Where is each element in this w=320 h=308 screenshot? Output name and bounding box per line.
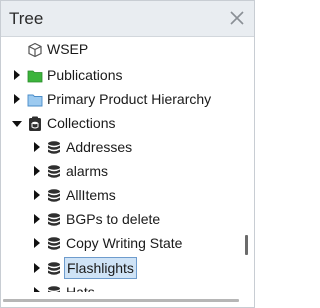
expand-arrow-icon[interactable] — [32, 183, 42, 207]
tree-item-alarms[interactable]: alarms — [1, 159, 242, 183]
horizontal-scrollbar-thumb[interactable] — [3, 299, 239, 302]
tree-item-label: Addresses — [66, 139, 133, 155]
tree-view[interactable]: WSEP Publications Primary Product Hierar… — [1, 37, 242, 292]
panel-header: Tree — [1, 1, 254, 37]
tree-item-label: Primary Product Hierarchy — [47, 91, 212, 107]
expand-arrow-icon[interactable] — [32, 207, 42, 231]
folder-blue-icon — [27, 91, 43, 107]
expand-arrow-icon[interactable] — [32, 135, 42, 159]
expand-arrow-icon[interactable] — [32, 159, 42, 183]
tree-item-allitems[interactable]: AllItems — [1, 183, 242, 207]
tree-item-label: Publications — [47, 67, 123, 83]
tree-item-addresses[interactable]: Addresses — [1, 135, 242, 159]
expand-arrow-icon[interactable] — [12, 63, 22, 87]
tree-item-primary-product-hierarchy[interactable]: Primary Product Hierarchy — [1, 87, 242, 111]
folder-green-icon — [27, 67, 43, 83]
database-icon — [46, 284, 62, 292]
tree-item-label: AllItems — [66, 187, 116, 203]
database-icon — [46, 187, 62, 203]
tree-item-copy-writing-state[interactable]: Copy Writing State — [1, 231, 242, 255]
tree-item-label: alarms — [66, 163, 109, 179]
panel-title: Tree — [9, 9, 44, 28]
tree-item-collections[interactable]: Collections — [1, 111, 242, 135]
database-icon — [46, 163, 62, 179]
expand-arrow-icon[interactable] — [32, 256, 42, 280]
tree-panel: Tree WSEP Publications Primary Product H… — [0, 0, 255, 308]
tree-item-label: Collections — [47, 115, 116, 131]
database-icon — [46, 260, 62, 276]
tree-item-publications[interactable]: Publications — [1, 63, 242, 87]
tree-item-label-selected: Flashlights — [64, 257, 137, 279]
expand-arrow-icon[interactable] — [32, 280, 42, 292]
tree-item-hats[interactable]: Hats — [1, 280, 242, 292]
tree-item-label: Copy Writing State — [66, 235, 183, 251]
vertical-scrollbar[interactable] — [242, 37, 254, 292]
expand-arrow-icon[interactable] — [32, 231, 42, 255]
database-icon — [46, 211, 62, 227]
database-icon — [46, 235, 62, 251]
tree-item-label: Hats — [66, 284, 95, 292]
collapse-arrow-icon[interactable] — [11, 111, 22, 135]
tree-item-wsep[interactable]: WSEP — [1, 37, 242, 61]
tree-item-label: BGPs to delete — [66, 211, 161, 227]
close-icon[interactable] — [228, 9, 246, 27]
tree-item-bgps-to-delete[interactable]: BGPs to delete — [1, 207, 242, 231]
tree-item-label: WSEP — [47, 41, 89, 57]
tree-item-flashlights[interactable]: Flashlights — [1, 256, 242, 280]
database-icon — [46, 139, 62, 155]
expand-arrow-icon[interactable] — [12, 87, 22, 111]
cube-icon — [27, 41, 43, 58]
horizontal-scrollbar[interactable] — [1, 294, 254, 307]
collection-icon — [27, 115, 43, 131]
vertical-scrollbar-thumb[interactable] — [245, 235, 248, 255]
